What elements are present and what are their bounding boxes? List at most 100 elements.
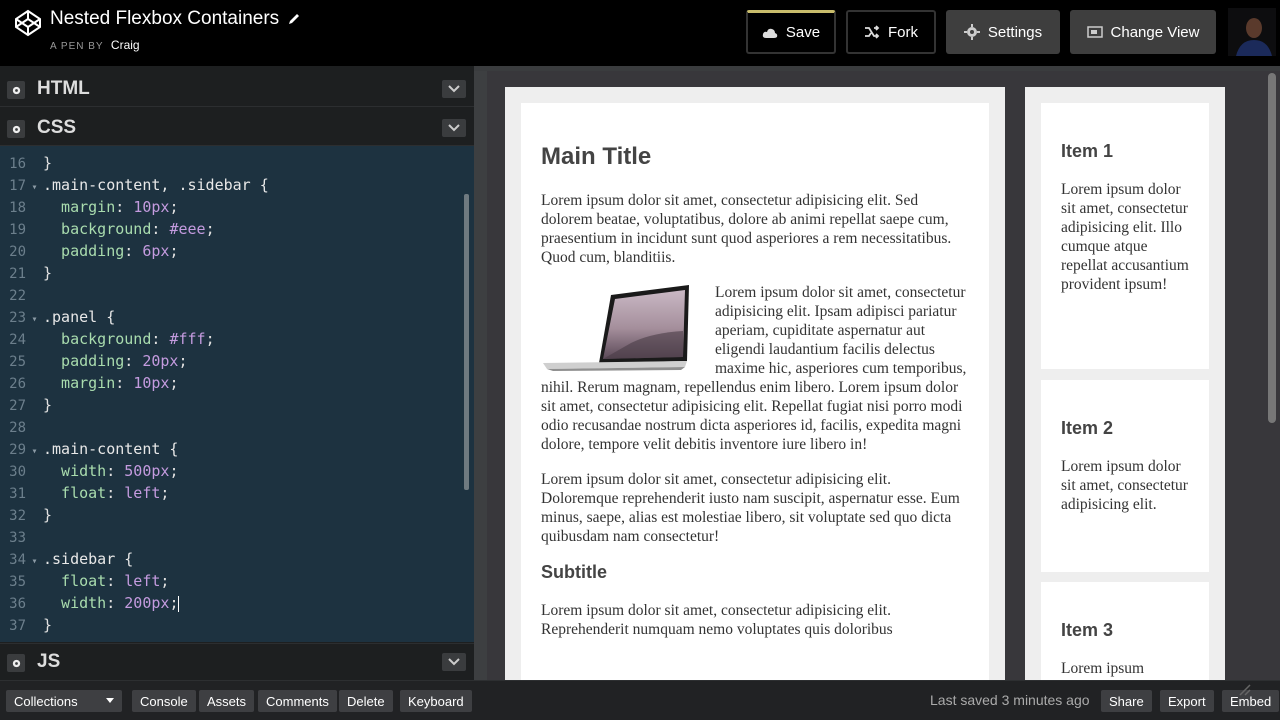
code-token: : (115, 198, 134, 216)
js-collapse-button[interactable] (442, 653, 466, 671)
code-token: float (43, 484, 107, 502)
js-settings-button[interactable] (7, 654, 25, 672)
code-token: margin (43, 374, 116, 392)
code-line[interactable]: 27} (0, 394, 474, 416)
code-token: .main-content { (43, 440, 179, 458)
code-token: 10px (133, 374, 170, 392)
line-number: 37 (9, 618, 26, 634)
code-token: 6px (142, 242, 170, 260)
css-settings-button[interactable] (7, 120, 25, 138)
keyboard-button[interactable]: Keyboard (400, 690, 472, 712)
author-link[interactable]: Craig (111, 38, 140, 52)
code-token: left (124, 484, 161, 502)
code-line[interactable]: 25 padding: 20px; (0, 350, 474, 372)
code-line[interactable]: 36 width: 200px; (0, 592, 474, 614)
last-saved-status: Last saved 3 minutes ago (930, 692, 1090, 708)
code-token: : (151, 220, 170, 238)
js-editor-header[interactable]: JS (0, 643, 474, 679)
item-title: Item 3 (1061, 620, 1114, 640)
export-button[interactable]: Export (1160, 690, 1214, 712)
fork-button[interactable]: Fork (846, 10, 936, 54)
comments-button[interactable]: Comments (258, 690, 337, 712)
code-line[interactable]: 31 float: left; (0, 482, 474, 504)
code-line[interactable]: 30 width: 500px; (0, 460, 474, 482)
paragraph-4: Lorem ipsum dolor sit amet, consectetur … (541, 602, 893, 638)
css-editor-header[interactable]: CSS (0, 110, 474, 146)
code-line[interactable]: 16} (0, 152, 474, 174)
code-line[interactable]: 23 ▾ .panel { (0, 306, 474, 328)
html-collapse-button[interactable] (442, 80, 466, 98)
code-token: : (115, 374, 134, 392)
pane-resize-handle[interactable] (474, 71, 487, 680)
sidebar: Item 1 Lorem ipsum dolor sit amet, conse… (1025, 87, 1225, 680)
resize-corner-icon[interactable] (1238, 683, 1252, 697)
preview-scrollbar[interactable] (1268, 73, 1276, 423)
gear-icon (12, 659, 20, 667)
line-number: 36 (9, 596, 26, 612)
code-line[interactable]: 22 (0, 284, 474, 306)
code-token: 10px (133, 198, 170, 216)
code-line[interactable]: 19 background: #eee; (0, 218, 474, 240)
fork-label: Fork (888, 23, 918, 41)
line-number: 20 (9, 244, 26, 260)
sidebar-item-3: Item 3 Lorem ipsum (1041, 582, 1209, 680)
code-line[interactable]: 18 margin: 10px; (0, 196, 474, 218)
chevron-down-icon (448, 124, 460, 132)
delete-button[interactable]: Delete (339, 690, 393, 712)
codepen-logo-icon[interactable] (14, 9, 42, 37)
html-editor-header[interactable]: HTML (0, 71, 474, 107)
js-label: JS (37, 650, 61, 672)
css-collapse-button[interactable] (442, 119, 466, 137)
code-line[interactable]: 24 background: #fff; (0, 328, 474, 350)
code-token: : (124, 242, 143, 260)
code-token: } (43, 506, 53, 524)
line-number: 25 (9, 354, 26, 370)
line-number: 16 (9, 156, 26, 172)
user-avatar[interactable] (1228, 8, 1276, 56)
collections-label: Collections (14, 693, 78, 709)
code-line[interactable]: 29 ▾ .main-content { (0, 438, 474, 460)
code-token: ; (160, 484, 170, 502)
save-button[interactable]: Save (746, 10, 836, 54)
text-cursor (178, 595, 180, 612)
pencil-icon[interactable] (287, 12, 301, 26)
change-view-label: Change View (1110, 23, 1200, 41)
code-scrollbar[interactable] (464, 194, 469, 490)
code-line[interactable]: 17 ▾ .main-content, .sidebar { (0, 174, 474, 196)
line-number: 23 (9, 310, 26, 326)
paragraph-1: Lorem ipsum dolor sit amet, consectetur … (541, 192, 952, 266)
code-token: ; (169, 594, 179, 612)
code-token: } (43, 154, 53, 172)
change-view-button[interactable]: Change View (1070, 10, 1216, 54)
settings-button[interactable]: Settings (946, 10, 1060, 54)
code-line[interactable]: 37} (0, 614, 474, 636)
preview-pane: Main Title Lorem ipsum dolor sit amet, c… (487, 71, 1280, 680)
item-text: Lorem ipsum dolor sit amet, consectetur … (1061, 458, 1188, 513)
code-token: : (106, 594, 125, 612)
code-line[interactable]: 35 float: left; (0, 570, 474, 592)
pen-title[interactable]: Nested Flexbox Containers (50, 8, 301, 30)
code-line[interactable]: 32} (0, 504, 474, 526)
code-line[interactable]: 20 padding: 6px; (0, 240, 474, 262)
code-token: left (124, 572, 161, 590)
code-line[interactable]: 34 ▾ .sidebar { (0, 548, 474, 570)
pen-title-text[interactable]: Nested Flexbox Containers (50, 8, 279, 30)
console-button[interactable]: Console (132, 690, 196, 712)
code-token: ; (169, 198, 179, 216)
avatar-image-icon (1228, 8, 1276, 56)
line-number: 31 (9, 486, 26, 502)
line-number: 27 (9, 398, 26, 414)
share-button[interactable]: Share (1101, 690, 1152, 712)
gear-icon (963, 24, 980, 40)
caret-down-icon (106, 698, 114, 703)
code-line[interactable]: 28 (0, 416, 474, 438)
code-token: padding (43, 352, 125, 370)
code-line[interactable]: 26 margin: 10px; (0, 372, 474, 394)
css-code-editor[interactable]: 16} 17 ▾ .main-content, .sidebar {18 margin… (0, 146, 474, 642)
code-token: width (43, 594, 107, 612)
code-line[interactable]: 33 (0, 526, 474, 548)
collections-dropdown[interactable]: Collections (6, 690, 122, 712)
assets-button[interactable]: Assets (199, 690, 255, 712)
html-settings-button[interactable] (7, 81, 25, 99)
code-line[interactable]: 21} (0, 262, 474, 284)
